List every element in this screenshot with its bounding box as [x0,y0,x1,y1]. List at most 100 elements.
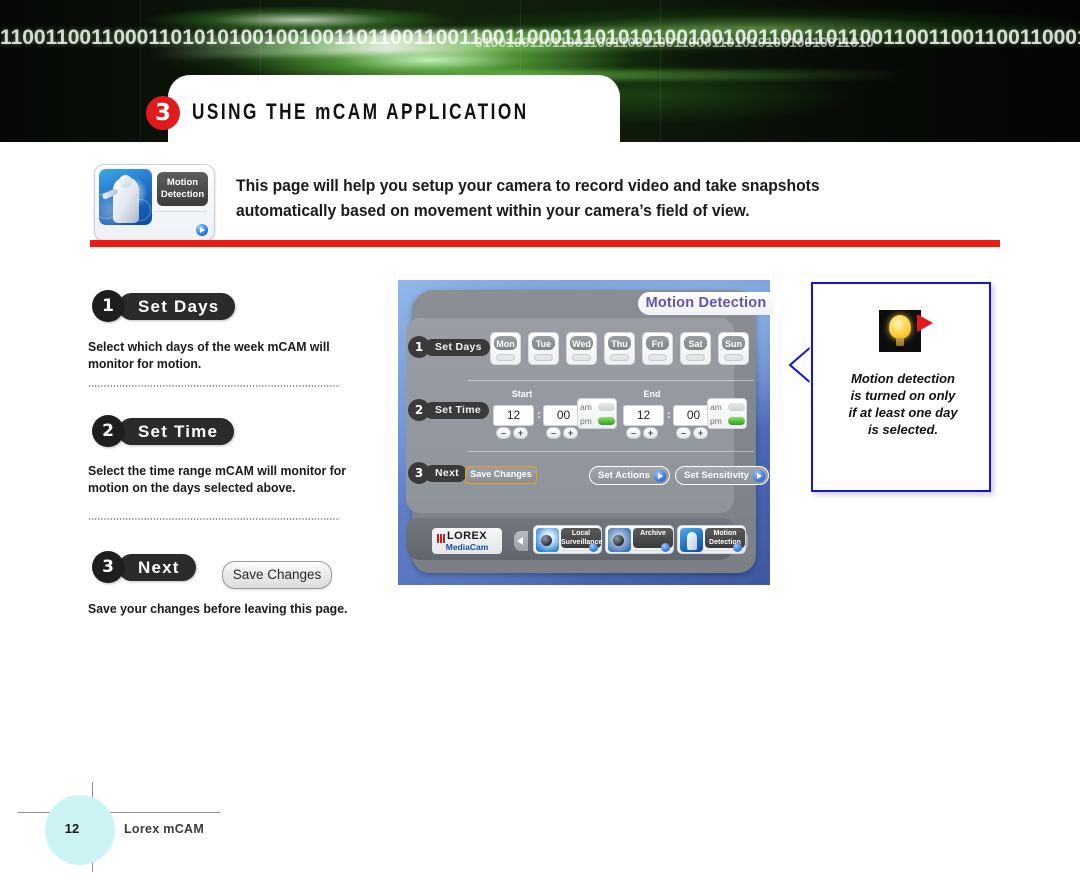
app-step-1-label: Set Days [424,339,490,356]
tip-text: Motion detection is turned on only if at… [823,370,983,438]
set-actions-button[interactable]: Set Actions [589,466,670,485]
camera-dome-icon [536,528,559,552]
app-section-divider [468,380,754,381]
arrow-right-icon [733,543,742,552]
archive-icon [608,528,631,552]
day-indicator-slot [496,354,515,361]
end-pm-label: pm [710,416,722,426]
tip-callout-box: Motion detection is turned on only if at… [811,282,991,492]
lorex-logo: LOREX MediaCam [432,528,502,554]
nav-card-archive[interactable]: Archive [605,525,674,554]
end-hour-input[interactable]: 12 [623,405,664,426]
page-title: USING THE mCAM APPLICATION [192,99,529,124]
step-3-description: Save your changes before leaving this pa… [88,601,348,616]
tip-line-4: is selected. [867,422,939,437]
day-indicator-slot [572,354,591,361]
start-minute-decrement[interactable]: – [546,427,561,439]
step-1-description: Select which days of the week mCAM will … [88,339,330,371]
callout-pointer [789,345,813,385]
end-hour-stepper[interactable]: – + [626,427,660,439]
footer-brand-label: Lorex mCAM [124,822,205,836]
nav-label-line-1: Archive [640,530,666,537]
icon-label-line-2: Detection [160,188,205,200]
start-am-led [598,403,615,411]
motion-detection-thumbnail-icon [99,169,152,225]
day-toggle-thu[interactable]: Thu [604,332,635,365]
day-toggle-tue[interactable]: Tue [528,332,559,365]
figure-shape [687,532,697,550]
nav-card-local-surveillance[interactable]: Local Surveillance [533,525,602,554]
day-label: Thu [607,335,632,351]
day-indicator-slot [534,354,553,361]
start-hour-stepper[interactable]: – + [496,427,530,439]
end-hour-increment[interactable]: + [643,427,658,439]
start-time-label: Start [511,389,533,399]
save-changes-button[interactable]: Save Changes [222,561,332,589]
chapter-number-badge: 3 [146,96,180,130]
nav-previous-arrow-icon[interactable] [514,531,528,551]
end-minute-decrement[interactable]: – [676,427,691,439]
nav-label-line-1: Local [571,530,591,537]
red-flag-icon [917,314,933,332]
start-hour-decrement[interactable]: – [496,427,511,439]
day-toggle-wed[interactable]: Wed [566,332,597,365]
app-title-badge: Motion Detection [638,292,774,315]
icon-label-line-1: Motion [166,177,199,188]
end-minute-stepper[interactable]: – + [676,427,710,439]
lorex-logo-bottom: MediaCam [445,542,489,552]
start-pm-led [598,417,615,425]
step-2-description: Select the time range mCAM will monitor … [88,463,347,495]
day-indicator-slot [686,354,705,361]
start-am-label: am [580,402,592,412]
step-separator [88,518,340,520]
step-1-number: 1 [92,290,124,322]
start-pm-row[interactable]: pm [580,415,615,427]
start-time-colon: : [537,409,541,421]
step-3-title: Next [118,554,196,581]
nav-label-line-1: Motion [713,530,737,537]
app-step-3-label: Next [424,465,467,482]
start-meridiem-selector[interactable]: am pm [577,398,617,429]
step-separator [88,385,340,387]
lorex-bars-icon [437,534,446,543]
app-section-divider [468,451,754,452]
end-pm-row[interactable]: pm [710,415,745,427]
start-minute-stepper[interactable]: – + [546,427,580,439]
end-am-led [728,403,745,411]
day-label: Sun [721,335,746,351]
start-am-row[interactable]: am [580,401,615,413]
end-minute-increment[interactable]: + [693,427,708,439]
end-am-label: am [710,402,722,412]
day-indicator-slot [610,354,629,361]
nav-card-motion-detection[interactable]: Motion Detection [677,525,746,554]
arrow-right-icon [753,469,765,482]
day-toggle-sat[interactable]: Sat [680,332,711,365]
bulb-base-shape [896,338,904,346]
day-label: Fri [645,335,670,351]
end-am-row[interactable]: am [710,401,745,413]
set-sensitivity-button[interactable]: Set Sensitivity [675,466,769,485]
figure-head-shape [119,175,132,188]
day-label: Wed [569,335,594,351]
lightbulb-icon [879,310,921,352]
day-toggle-fri[interactable]: Fri [642,332,673,365]
intro-paragraph: This page will help you setup your camer… [236,177,820,220]
page-banner: 1100110011000110101010010010011011001100… [0,0,1080,142]
start-minute-increment[interactable]: + [563,427,578,439]
start-hour-increment[interactable]: + [513,427,528,439]
day-label: Sat [683,335,708,351]
banner-grid-line [140,0,141,142]
start-hour-input[interactable]: 12 [493,405,534,426]
day-toggle-sun[interactable]: Sun [718,332,749,365]
app-save-changes-button[interactable]: Save Changes [465,466,537,484]
motion-figure-icon [680,528,703,552]
app-step-2-label: Set Time [424,402,489,419]
day-toggle-mon[interactable]: Mon [490,332,521,365]
section-divider-rule [90,240,1000,247]
end-hour-decrement[interactable]: – [626,427,641,439]
step-2-title: Set Time [118,418,235,445]
end-time-colon: : [667,409,671,421]
motion-detection-icon-card: Motion Detection [94,164,215,241]
end-meridiem-selector[interactable]: am pm [707,398,747,429]
set-sensitivity-label: Set Sensitivity [684,470,749,481]
